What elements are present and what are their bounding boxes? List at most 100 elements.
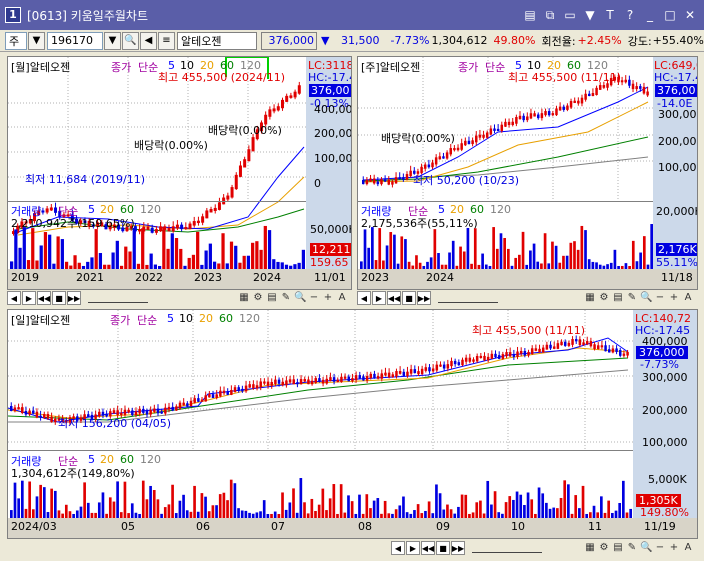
volume-bar	[424, 510, 427, 518]
weekly-high-note: 최고 455,500 (11/11)	[508, 71, 622, 84]
draw-icon[interactable]: ✎	[280, 292, 292, 304]
minimize-icon[interactable]: _	[642, 7, 658, 23]
volume-bar	[394, 509, 398, 518]
table-icon[interactable]: ▤	[612, 542, 624, 554]
code-dropdown-icon[interactable]: ▼	[104, 31, 121, 50]
plus-icon[interactable]: +	[322, 292, 334, 304]
help-icon[interactable]: ?	[622, 7, 638, 23]
daily-vol-tick: 5,000K	[648, 473, 687, 486]
close-icon[interactable]: ✕	[682, 7, 698, 23]
candle-body	[145, 410, 149, 415]
scroll-right-icon[interactable]: ▶	[372, 291, 386, 305]
candle-body	[569, 101, 573, 108]
settings-icon[interactable]: ⚙	[598, 292, 610, 304]
market-dropdown-icon[interactable]: ▼	[28, 31, 45, 50]
zoom-slider[interactable]	[438, 293, 498, 303]
candle-body	[149, 409, 152, 415]
font-icon[interactable]: A	[336, 292, 348, 304]
grid-icon[interactable]: ▦	[238, 292, 250, 304]
minus-icon[interactable]: −	[654, 542, 666, 554]
zoom-icon[interactable]: 🔍	[640, 542, 652, 554]
volume-bar	[462, 251, 466, 270]
scroll-first-icon[interactable]: ◀◀	[387, 291, 401, 305]
daily-y-tick: 100,000	[642, 436, 688, 449]
scroll-left-icon[interactable]: ◀	[357, 291, 371, 305]
volume-bar	[537, 487, 541, 518]
scroll-last-icon[interactable]: ▶▶	[67, 291, 81, 305]
draw-icon[interactable]: ✎	[626, 542, 638, 554]
candle-body	[518, 115, 522, 120]
scroll-last-icon[interactable]: ▶▶	[417, 291, 431, 305]
volume-bar	[442, 509, 446, 518]
window-icon[interactable]: ▭	[562, 7, 578, 23]
candle-body	[431, 162, 434, 168]
monthly-x-axis	[8, 269, 351, 289]
minus-icon[interactable]: −	[654, 292, 666, 304]
plus-icon[interactable]: +	[668, 542, 680, 554]
scroll-last-icon[interactable]: ▶▶	[451, 541, 465, 555]
candle-body	[485, 132, 489, 138]
zoom-icon[interactable]: 🔍	[640, 292, 652, 304]
stock-code-input[interactable]: 196170	[47, 31, 103, 50]
volume-bar	[233, 483, 237, 518]
candle-body	[406, 371, 409, 376]
market-select[interactable]: 주	[5, 31, 27, 50]
monthly-y-tick: 0	[314, 177, 321, 190]
monthly-scrollbar[interactable]: ◀ ▶ ◀◀ ■ ▶▶ ▦ ⚙ ▤ ✎ 🔍 − + A	[7, 290, 352, 306]
tool-icon[interactable]: T	[602, 7, 618, 23]
maximize-icon[interactable]: □	[662, 7, 678, 23]
settings-icon[interactable]: ⚙	[252, 292, 264, 304]
scroll-left-icon[interactable]: ◀	[7, 291, 21, 305]
candle-body	[417, 371, 420, 375]
weekly-event-note: 배당락(0.00%)	[381, 132, 455, 145]
settings-icon[interactable]: ⚙	[598, 542, 610, 554]
font-icon[interactable]: A	[682, 542, 694, 554]
pin-icon[interactable]: ▼	[582, 7, 598, 23]
scroll-right-icon[interactable]: ▶	[22, 291, 36, 305]
draw-icon[interactable]: ✎	[626, 292, 638, 304]
scroll-first-icon[interactable]: ◀◀	[37, 291, 51, 305]
candle-body	[504, 121, 507, 127]
menu-icon[interactable]: ≡	[158, 31, 175, 50]
daily-x-tick: 10	[511, 520, 525, 533]
stop-icon[interactable]: ■	[402, 291, 416, 305]
stop-icon[interactable]: ■	[52, 291, 66, 305]
scroll-right-icon[interactable]: ▶	[406, 541, 420, 555]
search-icon[interactable]: 🔍	[122, 31, 139, 50]
grid-icon[interactable]: ▦	[584, 292, 596, 304]
zoom-icon[interactable]: 🔍	[294, 292, 306, 304]
copy-icon[interactable]: ⧉	[542, 7, 558, 23]
candle-body	[112, 410, 116, 414]
window-number[interactable]: 1	[5, 7, 21, 23]
volume-bar	[435, 484, 438, 518]
candle-body	[310, 380, 314, 385]
grid-icon[interactable]: ▦	[584, 542, 596, 554]
plus-icon[interactable]: +	[668, 292, 680, 304]
table-icon[interactable]: ▤	[612, 292, 624, 304]
scroll-first-icon[interactable]: ◀◀	[421, 541, 435, 555]
volume-bar	[402, 496, 405, 518]
font-icon[interactable]: A	[682, 292, 694, 304]
candle-body	[241, 388, 244, 392]
speaker-icon[interactable]: ◀	[140, 31, 157, 50]
weekly-chart-panel[interactable]: [주]알테오젠 종가 단순 5 10 20 60 120 최고 455,500 …	[357, 56, 698, 290]
candle-body	[402, 177, 405, 180]
daily-chart-panel[interactable]: [일]알테오젠 종가 단순 5 10 20 60 120 최고 455,500 …	[7, 309, 698, 539]
scroll-left-icon[interactable]: ◀	[391, 541, 405, 555]
volume-bar	[545, 502, 548, 518]
candle-body	[541, 347, 545, 353]
zoom-slider[interactable]	[88, 293, 148, 303]
chart-icon[interactable]: ▤	[522, 7, 538, 23]
monthly-divider	[8, 201, 306, 202]
minus-icon[interactable]: −	[308, 292, 320, 304]
monthly-chart-panel[interactable]: [월]알테오젠 종가 단순 5 10 20 60 120 최고 455,500 …	[7, 56, 352, 290]
table-icon[interactable]: ▤	[266, 292, 278, 304]
candle-body	[233, 387, 237, 392]
weekly-scrollbar[interactable]: ◀ ▶ ◀◀ ■ ▶▶ ▦ ⚙ ▤ ✎ 🔍 − + A	[357, 290, 698, 306]
zoom-slider[interactable]	[472, 543, 542, 553]
candle-body	[237, 387, 240, 391]
candle-body	[530, 348, 534, 354]
candle-body	[289, 95, 293, 98]
stop-icon[interactable]: ■	[436, 541, 450, 555]
daily-scrollbar[interactable]: ◀ ▶ ◀◀ ■ ▶▶ ▦ ⚙ ▤ ✎ 🔍 − + A	[7, 540, 698, 556]
